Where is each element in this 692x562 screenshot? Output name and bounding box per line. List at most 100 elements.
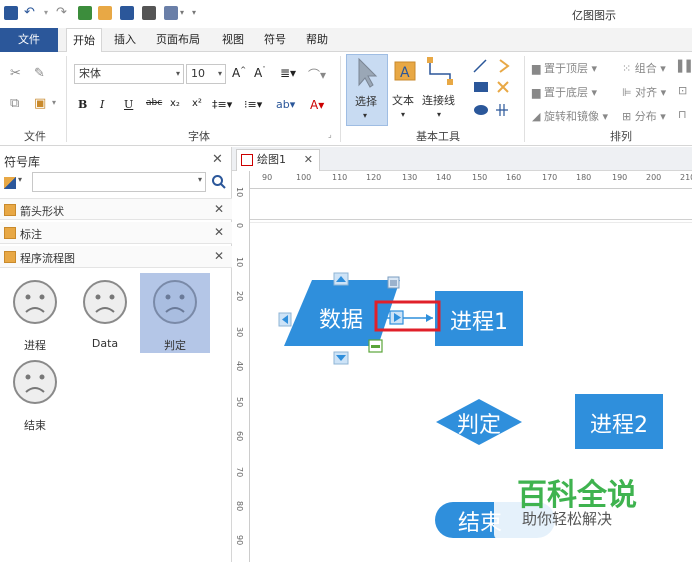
close-icon[interactable]: ✕	[214, 202, 224, 216]
align-button[interactable]: ⊫ 对齐 ▾	[622, 84, 666, 100]
connector-button[interactable]: 连接线 ▾	[422, 54, 460, 126]
group-icon: ⁙	[622, 62, 635, 75]
superscript-icon[interactable]: x²	[192, 98, 202, 109]
dialog-launcher-icon[interactable]: ⌟	[328, 130, 332, 139]
send-back-button[interactable]: ▆ 置于底层 ▾	[532, 84, 597, 100]
data-shape-label: 数据	[318, 308, 363, 333]
document-tab[interactable]: 绘图1 ✕	[236, 149, 320, 171]
bold-icon[interactable]: B	[78, 98, 87, 111]
category-icon	[4, 204, 16, 216]
rotate-icon: ◢	[532, 110, 544, 123]
print-icon[interactable]	[142, 6, 156, 20]
library-search-input[interactable]: ▾	[32, 172, 206, 192]
tab-help[interactable]: 帮助	[306, 28, 328, 52]
document-tabs: 绘图1 ✕	[232, 147, 692, 171]
search-icon[interactable]	[211, 174, 227, 190]
library-category-callouts[interactable]: 标注 ✕	[0, 222, 232, 244]
category-label: 箭头形状	[20, 205, 64, 218]
library-category-arrows[interactable]: 箭头形状 ✕	[0, 198, 232, 220]
symbol-decision[interactable]: 判定	[140, 273, 210, 353]
format-painter-icon[interactable]: ✎	[34, 66, 45, 81]
open-icon[interactable]	[98, 6, 112, 20]
group-label-arrange: 排列	[610, 130, 632, 143]
close-icon[interactable]: ✕	[214, 249, 224, 263]
vertical-ruler: 10 0 10 20 30 40 50 60 70 80 90	[232, 171, 250, 562]
size-icon[interactable]: ⊡	[678, 84, 687, 97]
paste-icon[interactable]: ▣	[34, 96, 46, 111]
shrink-font-icon[interactable]: Aˇ	[254, 66, 266, 80]
text-button[interactable]: A 文本 ▾	[392, 54, 418, 126]
menu-handle[interactable]	[387, 276, 400, 289]
font-size-select[interactable]: 10 ▾	[186, 64, 226, 84]
category-label: 程序流程图	[20, 252, 75, 265]
distribute-button[interactable]: ⊞ 分布 ▾	[622, 108, 666, 124]
lock-icon[interactable]: ⊓	[678, 108, 687, 121]
ruler-tick-label: 150	[472, 173, 488, 182]
ruler-tick-label: 50	[235, 397, 244, 408]
symbol-process[interactable]: 进程	[0, 273, 70, 353]
bullets-icon[interactable]: ⁝≡▾	[244, 98, 262, 111]
send-back-label: 置于底层	[543, 86, 588, 99]
ruler-tick-label: 10	[235, 187, 244, 198]
crop-icon	[496, 104, 508, 116]
watermark-subtitle: 助你轻松解决	[522, 510, 613, 528]
highlight-icon[interactable]: ab▾	[276, 98, 295, 111]
connector-icon	[427, 57, 453, 85]
tab-home[interactable]: 开始	[66, 28, 102, 53]
library-category-flowchart[interactable]: 程序流程图 ✕	[0, 246, 232, 268]
paste-dropdown-icon[interactable]: ▾	[52, 98, 56, 107]
connector-label: 连接线	[422, 94, 455, 107]
group-button[interactable]: ⁙ 组合 ▾	[622, 60, 666, 76]
divider	[66, 56, 67, 142]
paragraph-spacing-icon[interactable]: ‡≡▾	[212, 98, 232, 111]
tab-page-layout[interactable]: 页面布局	[156, 28, 200, 52]
symbol-end[interactable]: 结束	[0, 353, 70, 433]
tab-view[interactable]: 视图	[222, 28, 244, 52]
export-icon[interactable]	[164, 6, 178, 20]
undo-icon[interactable]: ↶	[24, 6, 38, 20]
placeholder-face-icon	[13, 280, 57, 324]
tab-insert[interactable]: 插入	[114, 28, 136, 52]
save-icon[interactable]	[120, 6, 134, 20]
tab-symbol[interactable]: 符号	[264, 28, 286, 52]
chevron-down-icon: ▾	[197, 175, 202, 184]
category-label: 标注	[20, 228, 42, 241]
cut-icon[interactable]: ✂	[10, 66, 21, 81]
ribbon: ✂ ✎ ⧉ ▣ ▾ 文件 宋体 ▾ 10 ▾ A^ Aˇ ≣▾ ⌒▾ B I U…	[0, 52, 692, 146]
grow-font-icon[interactable]: A^	[232, 66, 246, 80]
horizontal-ruler: 90 100 110 120 130 140 150 160 170 180 1…	[250, 171, 692, 189]
symbol-data[interactable]: Data	[70, 273, 140, 353]
process1-shape-label: 进程1	[450, 310, 508, 335]
group-label-basic-tools: 基本工具	[416, 130, 460, 143]
distribute-icon: ⊞	[622, 110, 635, 123]
pause-icon[interactable]: ▌▌	[678, 60, 692, 73]
chevron-down-icon: ▾	[217, 69, 222, 78]
font-name-select[interactable]: 宋体 ▾	[74, 64, 184, 84]
font-color-icon[interactable]: A▾	[310, 98, 324, 112]
align-icon: ⊫	[622, 86, 636, 99]
select-button[interactable]: 选择 ▾	[346, 54, 388, 126]
shape-style-icon[interactable]: ⌒▾	[308, 66, 326, 83]
line-spacing-icon[interactable]: ≣▾	[280, 66, 296, 80]
library-menu-button[interactable]: ▾	[4, 175, 28, 191]
redo-icon[interactable]: ↷	[56, 6, 70, 20]
close-icon[interactable]: ✕	[214, 225, 224, 239]
more-icon[interactable]: ▾	[192, 6, 206, 20]
strikethrough-icon[interactable]: abc	[146, 98, 162, 108]
close-icon[interactable]: ✕	[304, 150, 313, 170]
close-icon[interactable]: ✕	[212, 152, 223, 167]
shape-tools[interactable]	[470, 58, 518, 122]
subscript-icon[interactable]: x₂	[170, 98, 180, 109]
rotate-mirror-button[interactable]: ◢ 旋转和镜像 ▾	[532, 108, 608, 124]
category-icon	[4, 227, 16, 239]
tab-file[interactable]: 文件	[0, 28, 58, 52]
select-label: 选择	[355, 95, 377, 108]
bring-front-button[interactable]: ▆ 置于顶层 ▾	[532, 60, 597, 76]
italic-icon[interactable]: I	[100, 98, 104, 111]
document-tab-label: 绘图1	[257, 153, 286, 166]
new-icon[interactable]	[78, 6, 92, 20]
underline-icon[interactable]: U	[124, 98, 133, 111]
ruler-tick-label: 160	[506, 173, 522, 182]
copy-icon[interactable]: ⧉	[10, 96, 19, 111]
placeholder-face-icon	[153, 280, 197, 324]
